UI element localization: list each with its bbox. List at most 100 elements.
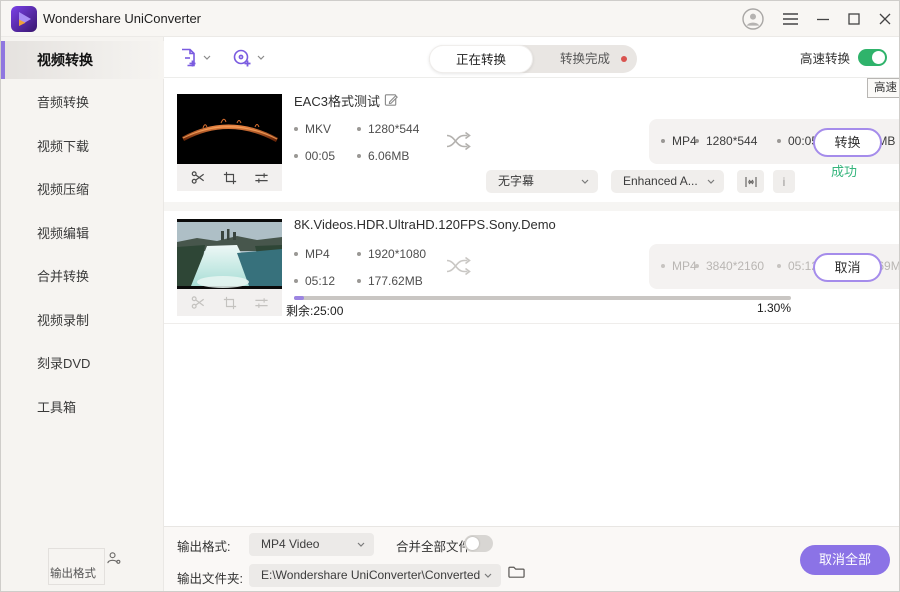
footer-bar: 输出格式: MP4 Video 合并全部文件 输出文件夹: E:\Wonders…: [164, 526, 900, 592]
bullet: [357, 252, 361, 256]
convert-arrows-icon: [446, 256, 472, 281]
subtitle-dropdown-value: 无字幕: [498, 174, 534, 188]
app-title: Wondershare UniConverter: [43, 1, 201, 37]
sidebar-item-video-download[interactable]: 视频下载: [1, 128, 164, 166]
rename-icon[interactable]: [384, 92, 399, 112]
cancel-button[interactable]: 取消: [813, 253, 882, 282]
bullet: [357, 127, 361, 131]
bullet: [294, 127, 298, 131]
sidebar-item-merge-convert[interactable]: 合并转换: [1, 258, 164, 296]
bullet: [294, 252, 298, 256]
audio-dropdown[interactable]: Enhanced A...: [611, 170, 724, 193]
time-remaining: 剩余:25:00: [286, 302, 343, 319]
task1-tgt-duration: 00:05: [777, 119, 818, 164]
effects-icon: [254, 296, 269, 310]
task1-tgt-format: MP4: [661, 119, 697, 164]
task2-edit-toolbar: [177, 289, 282, 316]
output-folder-dropdown[interactable]: E:\Wondershare UniConverter\Converted: [249, 564, 501, 587]
sidebar-item-video-compress[interactable]: 视频压缩: [1, 171, 164, 209]
task2-tgt-format: MP4: [661, 244, 697, 289]
bullet: [357, 154, 361, 158]
merge-all-toggle[interactable]: [464, 535, 493, 552]
info-button[interactable]: i: [773, 170, 795, 193]
task1-tgt-resolution: 1280*544: [695, 119, 757, 164]
convert-status-tabs: 正在转换 转换完成: [429, 45, 637, 73]
add-disc-button[interactable]: [231, 37, 265, 78]
sidebar-item-audio-convert[interactable]: 音频转换: [1, 84, 164, 122]
task1-edit-toolbar: [177, 164, 282, 191]
convert-arrows-icon: [446, 131, 472, 156]
output-format-value: MP4 Video: [261, 537, 319, 551]
app-window: Wondershare UniConverter: [0, 0, 900, 592]
merge-all-label: 合并全部文件: [396, 536, 471, 555]
high-speed-toggle[interactable]: [858, 49, 887, 66]
audio-dropdown-value: Enhanced A...: [623, 174, 698, 188]
app-logo-icon: [11, 6, 37, 32]
bullet: [294, 279, 298, 283]
titlebar: Wondershare UniConverter: [1, 1, 900, 37]
tab-converting[interactable]: 正在转换: [429, 45, 533, 73]
task1-src-format: MKV: [294, 122, 331, 136]
chevron-down-icon: [484, 573, 492, 578]
chevron-down-icon: [203, 55, 211, 60]
trim-icon: [191, 295, 206, 310]
task1-src-size: 6.06MB: [357, 149, 409, 163]
task2-thumbnail: [177, 219, 282, 289]
task1-title: EAC3格式测试: [294, 91, 380, 110]
effects-icon[interactable]: [254, 171, 269, 185]
compress-button[interactable]: [737, 170, 764, 193]
close-button[interactable]: [879, 13, 891, 25]
chevron-down-icon: [357, 542, 365, 547]
account-avatar[interactable]: [742, 8, 764, 30]
chevron-down-icon: [257, 55, 265, 60]
menu-icon[interactable]: [783, 13, 798, 25]
list-bottom-separator: [164, 323, 900, 324]
task2-title: 8K.Videos.HDR.UltraHD.120FPS.Sony.Demo: [294, 217, 556, 232]
task1-src-duration: 00:05: [294, 149, 335, 163]
sidebar-item-video-convert[interactable]: 视频转换: [1, 41, 164, 79]
finished-badge-dot: [621, 56, 627, 62]
chevron-down-icon: [581, 179, 589, 184]
task2-tgt-duration: 05:12: [777, 244, 818, 289]
minimize-button[interactable]: [817, 13, 829, 25]
cancel-all-button[interactable]: 取消全部: [800, 545, 890, 575]
sidebar: 视频转换 音频转换 视频下载 视频压缩 视频编辑 合并转换 视频录制 刻录DVD…: [1, 37, 164, 592]
progress-percent: 1.30%: [741, 301, 791, 315]
sidebar-item-video-edit[interactable]: 视频编辑: [1, 215, 164, 253]
task2-src-duration: 05:12: [294, 274, 335, 288]
row-separator: [164, 202, 900, 211]
convert-button[interactable]: 转换: [813, 128, 882, 157]
task2-src-size: 177.62MB: [357, 274, 423, 288]
high-speed-tooltip: 高速: [867, 78, 900, 98]
subtitle-dropdown[interactable]: 无字幕: [486, 170, 598, 193]
trim-icon[interactable]: [191, 170, 206, 185]
output-format-hint-label: 输出格式: [50, 565, 96, 581]
task2-src-resolution: 1920*1080: [357, 247, 426, 261]
maximize-button[interactable]: [848, 13, 860, 25]
output-format-label: 输出格式:: [177, 536, 230, 555]
sidebar-item-screen-record[interactable]: 视频录制: [1, 302, 164, 340]
output-folder-value: E:\Wondershare UniConverter\Converted: [261, 568, 480, 582]
bullet: [357, 279, 361, 283]
task1-status: 成功: [831, 161, 857, 180]
output-folder-label: 输出文件夹:: [177, 568, 243, 587]
progress-fill: [294, 296, 304, 300]
crop-icon[interactable]: [223, 171, 237, 185]
progress-bar: [294, 296, 791, 300]
tab-finished[interactable]: 转换完成: [533, 45, 637, 73]
add-files-button[interactable]: [177, 37, 211, 78]
top-toolbar: 正在转换 转换完成 高速转换: [164, 37, 900, 78]
chevron-down-icon: [707, 179, 715, 184]
task1-thumbnail: [177, 94, 282, 164]
task2-src-format: MP4: [294, 247, 330, 261]
sidebar-item-toolbox[interactable]: 工具箱: [1, 389, 164, 427]
output-format-dropdown[interactable]: MP4 Video: [249, 533, 374, 556]
open-folder-icon[interactable]: [508, 565, 525, 584]
user-group-icon: [106, 551, 121, 570]
crop-icon: [223, 296, 237, 310]
sidebar-item-burn-dvd[interactable]: 刻录DVD: [1, 345, 164, 383]
task1-src-resolution: 1280*544: [357, 122, 419, 136]
tab-finished-label: 转换完成: [560, 52, 610, 66]
high-speed-label: 高速转换: [800, 48, 850, 67]
bullet: [294, 154, 298, 158]
